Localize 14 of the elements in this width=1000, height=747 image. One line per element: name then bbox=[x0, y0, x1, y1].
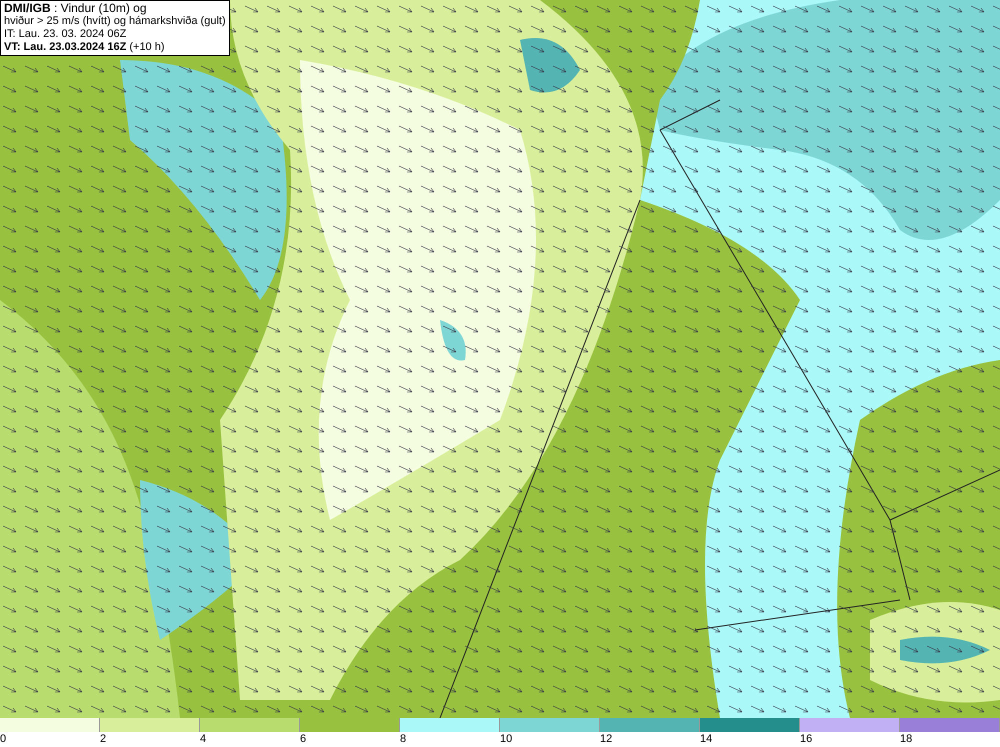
legend-label: 18 bbox=[900, 732, 912, 746]
legend-label: 16 bbox=[800, 732, 812, 746]
info-text: VT: Lau. 23.03.2024 16Z (+10 h) bbox=[4, 41, 166, 54]
legend-label: 12 bbox=[600, 732, 612, 746]
legend-label: 4 bbox=[200, 732, 206, 746]
info-text: IT: Lau. 23. 03. 2024 06Z bbox=[4, 28, 128, 41]
info-text: DMI/IGB : Vindur (10m) og bbox=[4, 2, 148, 15]
legend-label: 14 bbox=[700, 732, 712, 746]
legend-label: 0 bbox=[0, 732, 6, 746]
info-text: hviður > 25 m/s (hvítt) og hámarkshviða (gult) bbox=[4, 15, 226, 28]
legend-label: 6 bbox=[300, 732, 306, 746]
legend-label: 10 bbox=[500, 732, 512, 746]
legend-label: 8 bbox=[400, 732, 406, 746]
legend-label: 2 bbox=[100, 732, 106, 746]
